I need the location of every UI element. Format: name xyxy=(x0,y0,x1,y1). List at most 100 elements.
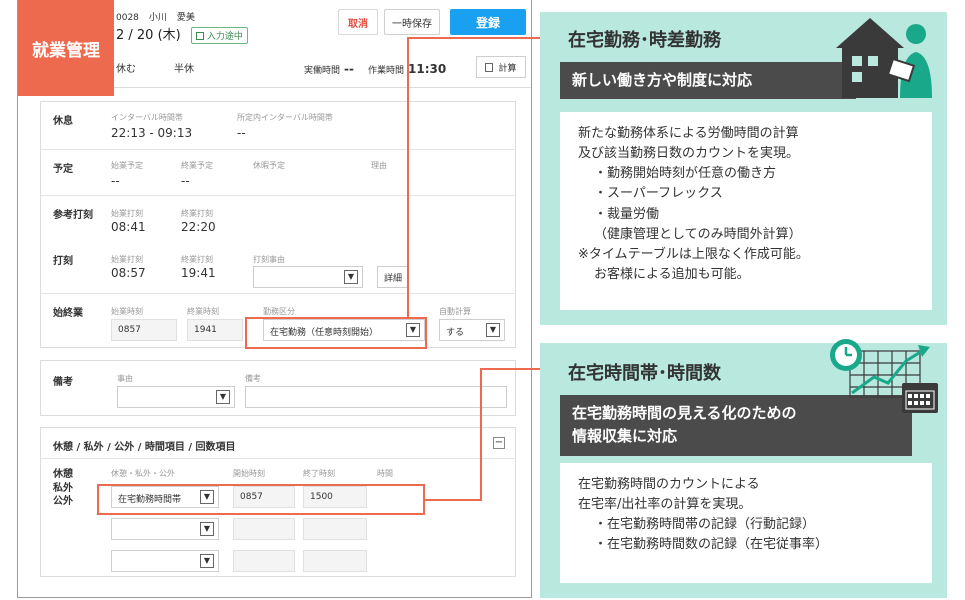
collapse-icon[interactable]: − xyxy=(493,437,505,449)
private-out-label: 私外 xyxy=(53,482,73,494)
calculate-button[interactable]: 計算 xyxy=(476,56,526,78)
public-out-label: 公外 xyxy=(53,496,73,507)
work-time-value: 11:30 xyxy=(408,62,447,76)
home-work-highlight xyxy=(97,484,425,515)
break-type-select[interactable]: ▼ xyxy=(111,518,219,540)
work-type-caption: 勤務区分 xyxy=(263,307,295,316)
chevron-down-icon: ▼ xyxy=(216,390,230,404)
punch-end-value: 19:41 xyxy=(181,266,216,280)
half-day-option[interactable]: 半休 xyxy=(174,64,194,75)
bullet-item: ・在宅勤務時間数の記録（在宅従事率） xyxy=(594,537,829,553)
module-label: 就業管理 xyxy=(18,0,114,96)
breaks-section-title: 休憩 / 私外 / 公外 / 時間項目 / 回数項目 xyxy=(53,442,236,453)
chevron-down-icon: ▼ xyxy=(344,270,358,284)
calculator-icon xyxy=(485,62,494,72)
divider xyxy=(41,458,515,459)
chevron-down-icon: ▼ xyxy=(200,522,214,536)
panel-body: 新たな勤務体系による労働時間の計算 及び該当勤務日数のカウントを実現。 ・勤務開… xyxy=(560,112,932,310)
auto-calc-value: する xyxy=(446,328,465,338)
rest-label: 休息 xyxy=(53,116,73,127)
bullet-item: ・勤務開始時刻が任意の働き方 xyxy=(594,166,777,182)
body-line: 在宅勤務時間のカウントによる xyxy=(578,477,760,492)
break-hours-caption: 時間 xyxy=(377,469,393,478)
panel-band: 新しい働き方や制度に対応 xyxy=(560,62,856,100)
notes-reason-select[interactable]: ▼ xyxy=(117,386,235,408)
connector-line xyxy=(425,499,482,501)
temp-save-button[interactable]: 一時保存 xyxy=(384,9,440,35)
band-line: 情報収集に対応 xyxy=(572,427,678,446)
work-date: 2 / 20 (木) 入力途中 xyxy=(116,24,248,44)
bullet-note: （健康管理としてのみ時間外計算） xyxy=(594,226,802,242)
plan-end-value: -- xyxy=(181,174,190,188)
connector-line xyxy=(407,37,559,39)
work-type-highlight xyxy=(245,317,427,349)
status-badge: 入力途中 xyxy=(190,27,248,44)
notes-reason-caption: 事由 xyxy=(117,374,133,383)
punch-reason-select[interactable]: ▼ xyxy=(253,266,363,288)
punch-end-caption: 終業打刻 xyxy=(181,255,213,264)
notes-caption: 備考 xyxy=(245,374,261,383)
break-end-input[interactable] xyxy=(303,518,367,540)
punch-start-value: 08:57 xyxy=(111,266,146,280)
work-start-caption: 始業時刻 xyxy=(111,307,143,316)
footnote: ※タイムテーブルは上限なく作成可能。 xyxy=(578,246,809,262)
ref-start-value: 08:41 xyxy=(111,220,146,234)
work-end-input[interactable]: 1941 xyxy=(187,319,243,341)
plan-reason-caption: 理由 xyxy=(371,161,387,170)
employee-code: 0028 xyxy=(116,13,139,23)
break-start-input[interactable] xyxy=(233,550,295,572)
house-woman-illustration xyxy=(836,18,932,98)
auto-calc-caption: 自動計算 xyxy=(439,307,471,316)
notes-input[interactable] xyxy=(245,386,507,408)
body-line: 及び該当勤務日数のカウントを実現。 xyxy=(578,146,800,162)
footnote: お客様による追加も可能。 xyxy=(594,266,750,282)
employee-info: 0028 小川 愛美 xyxy=(116,10,205,23)
date-text: 2 / 20 (木) xyxy=(116,28,181,43)
punch-label: 打刻 xyxy=(53,256,73,267)
attendance-detail-card: 休息 インターバル時間帯 22:13 - 09:13 所定内インターバル時間帯 … xyxy=(40,101,516,348)
auto-calc-select[interactable]: する ▼ xyxy=(439,319,505,341)
cancel-button[interactable]: 取消 xyxy=(338,9,378,35)
detail-button[interactable]: 詳細 xyxy=(377,266,409,288)
day-off-option[interactable]: 休む xyxy=(116,64,136,75)
info-panel-remote-work: 在宅勤務･時差勤務 新しい働き方や制度に対応 新たな勤務体系による労働時間の計算… xyxy=(540,12,947,325)
chevron-down-icon: ▼ xyxy=(200,554,214,568)
work-time-label: 作業時間 xyxy=(367,66,404,76)
work-start-input[interactable]: 0857 xyxy=(111,319,177,341)
ref-end-caption: 終業打刻 xyxy=(181,209,213,218)
info-panel-home-hours: 在宅時間帯･時間数 在宅勤務時間の見える化のための 情報収集に対応 在宅勤務時間… xyxy=(540,339,947,598)
ref-punch-label: 参考打刻 xyxy=(53,210,93,221)
break-end-input[interactable] xyxy=(303,550,367,572)
calculate-label: 計算 xyxy=(498,63,517,74)
bullet-item: ・スーパーフレックス xyxy=(594,186,723,202)
plan-start-caption: 始業予定 xyxy=(111,161,143,170)
break-type-caption: 休憩・私外・公外 xyxy=(111,469,175,478)
actual-hours-label: 実働時間 xyxy=(304,66,341,76)
in-hours-interval-caption: 所定内インターバル時間帯 xyxy=(237,113,333,122)
connector-line xyxy=(407,37,409,318)
rest-row: 休息 インターバル時間帯 22:13 - 09:13 所定内インターバル時間帯 … xyxy=(41,102,515,150)
punch-start-caption: 始業打刻 xyxy=(111,255,143,264)
employee-last-name: 小川 xyxy=(148,13,167,23)
chevron-down-icon: ▼ xyxy=(486,323,500,337)
punch-reason-caption: 打刻事由 xyxy=(253,255,285,264)
connector-line xyxy=(480,368,482,501)
status-text: 入力途中 xyxy=(206,32,243,42)
punch-row: 参考打刻 始業打刻 08:41 終業打刻 22:20 打刻 始業打刻 08:57… xyxy=(41,196,515,294)
notes-card: 備考 事由 ▼ 備考 xyxy=(40,360,516,416)
plan-label: 予定 xyxy=(53,164,73,175)
interval-caption: インターバル時間帯 xyxy=(111,113,183,122)
break-type-select[interactable]: ▼ xyxy=(111,550,219,572)
clock-chart-calendar-illustration xyxy=(830,339,938,413)
ref-end-value: 22:20 xyxy=(181,220,216,234)
break-start-input[interactable] xyxy=(233,518,295,540)
notes-label: 備考 xyxy=(53,377,73,388)
leave-plan-caption: 休暇予定 xyxy=(253,161,285,170)
in-hours-interval-value: -- xyxy=(237,126,246,140)
break-start-caption: 開始時刻 xyxy=(233,469,265,478)
employee-first-name: 愛美 xyxy=(176,13,195,23)
day-type-options: 休む 半休 xyxy=(116,60,232,75)
actual-hours-value: -- xyxy=(344,62,354,76)
interval-value: 22:13 - 09:13 xyxy=(111,126,193,140)
register-button[interactable]: 登録 xyxy=(450,9,526,35)
